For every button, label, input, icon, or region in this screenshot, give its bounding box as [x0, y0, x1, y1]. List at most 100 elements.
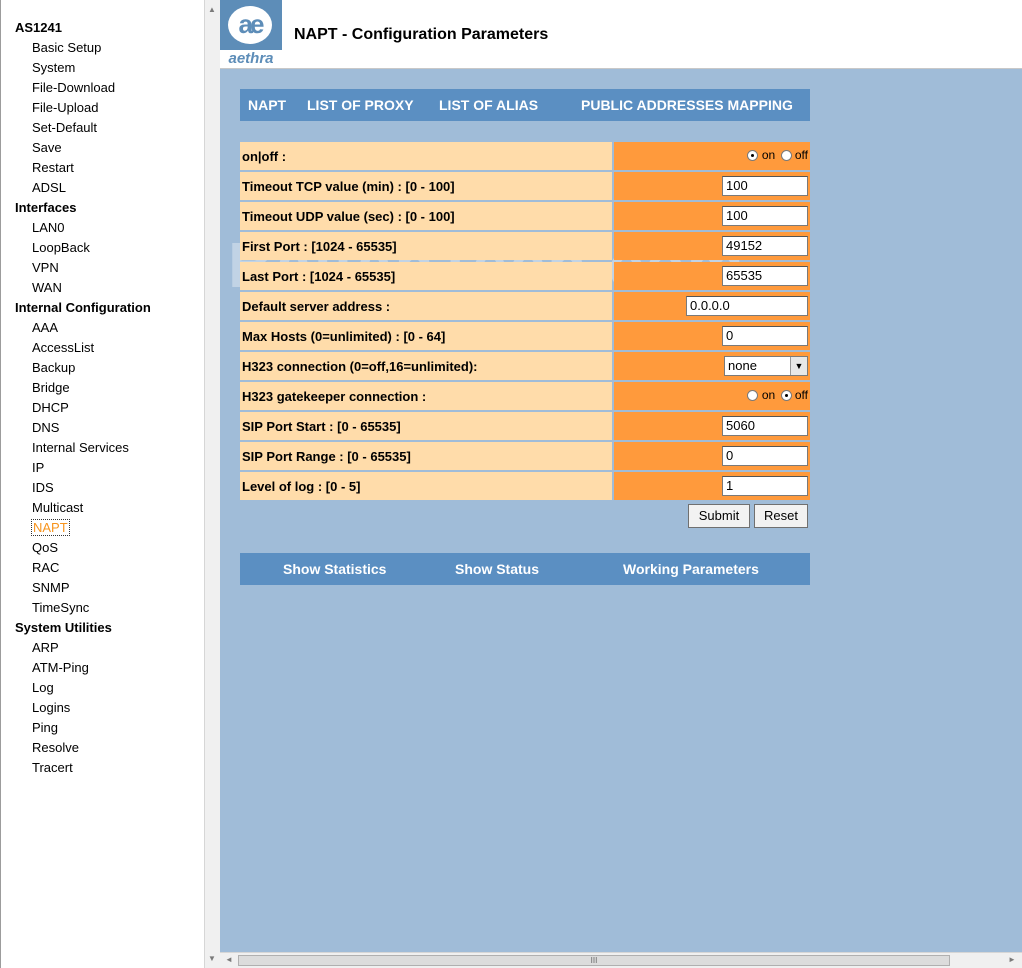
tab-list-of-alias[interactable]: LIST OF ALIAS: [439, 97, 538, 113]
default-server-address-input[interactable]: 0.0.0.0: [686, 296, 808, 316]
max-hosts-0-unlimited-input[interactable]: 0: [722, 326, 808, 346]
radio-off[interactable]: [780, 150, 792, 162]
nav-item-label: DNS: [32, 420, 60, 435]
nav-item-label: Log: [32, 680, 54, 695]
nav-item-label: Basic Setup: [32, 40, 102, 55]
nav-item-set-default[interactable]: Set-Default: [1, 119, 205, 139]
field-value-cell: 0: [614, 322, 810, 350]
radio-on[interactable]: [747, 390, 759, 402]
nav-item-resolve[interactable]: Resolve: [1, 739, 205, 759]
nav-item-label: AAA: [32, 320, 59, 335]
radio-off[interactable]: [780, 390, 792, 402]
nav-item-label: RAC: [32, 560, 60, 575]
form-row: Max Hosts (0=unlimited) : [0 - 64] 0: [240, 322, 810, 350]
nav-item-accesslist[interactable]: AccessList: [1, 339, 205, 359]
nav-item-qos[interactable]: QoS: [1, 539, 205, 559]
field-value-cell: 65535: [614, 262, 810, 290]
reset-button[interactable]: Reset: [754, 504, 808, 528]
nav-item-label: ATM-Ping: [32, 660, 89, 675]
first-port-1024-65535-input[interactable]: 49152: [722, 236, 808, 256]
tab-napt[interactable]: NAPT: [248, 97, 286, 113]
nav-item-logins[interactable]: Logins: [1, 699, 205, 719]
last-port-1024-65535-input[interactable]: 65535: [722, 266, 808, 286]
nav-item-file-upload[interactable]: File-Upload: [1, 99, 205, 119]
nav-item-file-download[interactable]: File-Download: [1, 79, 205, 99]
radio-on[interactable]: [747, 150, 759, 162]
nav-item-ids[interactable]: IDS: [1, 479, 205, 499]
nav-item-label: Tracert: [32, 760, 73, 775]
nav-item-timesync[interactable]: TimeSync: [1, 599, 205, 619]
select-value: none: [728, 358, 757, 373]
scroll-up-arrow-icon[interactable]: ▲: [208, 5, 216, 15]
nav-item-label: QoS: [32, 540, 59, 555]
nav-item-backup[interactable]: Backup: [1, 359, 205, 379]
nav-item-napt[interactable]: NAPT: [1, 519, 205, 539]
nav-item-label: SNMP: [32, 580, 70, 595]
nav-item-wan[interactable]: WAN: [1, 279, 205, 299]
nav-item-label: Logins: [32, 700, 71, 715]
page-title: NAPT - Configuration Parameters: [294, 26, 549, 43]
nav-item-internal-services[interactable]: Internal Services: [1, 439, 205, 459]
timeout-udp-value-sec-input[interactable]: 100: [722, 206, 808, 226]
nav-item-label: Internal Services: [32, 440, 129, 455]
dropdown-arrow-icon[interactable]: ▼: [790, 357, 807, 375]
h323-connection-select[interactable]: none ▼: [724, 356, 808, 376]
nav-item-vpn[interactable]: VPN: [1, 259, 205, 279]
on-off-radio-group: on off: [745, 148, 808, 162]
nav-item-dns[interactable]: DNS: [1, 419, 205, 439]
nav-item-label: Multicast: [32, 500, 84, 515]
nav-item-ip[interactable]: IP: [1, 459, 205, 479]
tab-list-of-proxy[interactable]: LIST OF PROXY: [307, 97, 414, 113]
nav-item-label: File-Upload: [32, 100, 99, 115]
scroll-right-arrow-icon[interactable]: ►: [1008, 955, 1016, 964]
nav-item-arp[interactable]: ARP: [1, 639, 205, 659]
scroll-down-arrow-icon[interactable]: ▼: [208, 954, 216, 964]
bottom-links-bar: Show Statistics Show Status Working Para…: [240, 553, 810, 585]
nav-item-loopback[interactable]: LoopBack: [1, 239, 205, 259]
nav-item-multicast[interactable]: Multicast: [1, 499, 205, 519]
nav-item-aaa[interactable]: AAA: [1, 319, 205, 339]
h323-gatekeeper-connection-radio-group: on off: [745, 388, 808, 402]
submit-button[interactable]: Submit: [688, 504, 750, 528]
scroll-left-arrow-icon[interactable]: ◄: [225, 955, 233, 964]
logo-glyph: ae: [228, 6, 272, 44]
show-status-link[interactable]: Show Status: [455, 561, 539, 577]
nav-group-heading: Interfaces: [15, 200, 77, 215]
logo-wordmark: aethra: [228, 50, 274, 67]
show-statistics-link[interactable]: Show Statistics: [283, 561, 386, 577]
nav-item-system[interactable]: System: [1, 59, 205, 79]
nav-item-label: System: [32, 60, 76, 75]
field-label: Last Port : [1024 - 65535]: [240, 262, 612, 290]
nav-item-label: Set-Default: [32, 120, 98, 135]
timeout-tcp-value-min-input[interactable]: 100: [722, 176, 808, 196]
nav-item-ping[interactable]: Ping: [1, 719, 205, 739]
nav-item-lan0[interactable]: LAN0: [1, 219, 205, 239]
sip-port-start-0-input[interactable]: 5060: [722, 416, 808, 436]
nav-item-label: LAN0: [32, 220, 65, 235]
nav-item-atm-ping[interactable]: ATM-Ping: [1, 659, 205, 679]
nav-item-bridge[interactable]: Bridge: [1, 379, 205, 399]
tab-public-addresses-mapping[interactable]: PUBLIC ADDRESSES MAPPING: [581, 97, 793, 113]
working-parameters-link[interactable]: Working Parameters: [623, 561, 759, 577]
nav-item-snmp[interactable]: SNMP: [1, 579, 205, 599]
nav-item-label: Restart: [32, 160, 74, 175]
sip-port-range-0-input[interactable]: 0: [722, 446, 808, 466]
nav-item-basic-setup[interactable]: Basic Setup: [1, 39, 205, 59]
form-row: Level of log : [0 - 5] 1: [240, 472, 810, 500]
form-row: SIP Port Start : [0 - 65535] 5060: [240, 412, 810, 440]
radio-on-label: on: [761, 388, 776, 402]
nav-item-log[interactable]: Log: [1, 679, 205, 699]
nav-item-restart[interactable]: Restart: [1, 159, 205, 179]
field-label: Timeout TCP value (min) : [0 - 100]: [240, 172, 612, 200]
nav-item-save[interactable]: Save: [1, 139, 205, 159]
nav-item-label: NAPT: [31, 519, 70, 536]
nav-scrollbar[interactable]: ▲ ▼: [204, 0, 220, 968]
nav-item-rac[interactable]: RAC: [1, 559, 205, 579]
nav-item-dhcp[interactable]: DHCP: [1, 399, 205, 419]
horizontal-scrollbar[interactable]: ◄ III ►: [220, 952, 1022, 968]
nav-item-tracert[interactable]: Tracert: [1, 759, 205, 779]
level-of-log-0-input[interactable]: 1: [722, 476, 808, 496]
form-row: H323 connection (0=off,16=unlimited): non…: [240, 352, 810, 380]
nav-item-adsl[interactable]: ADSL: [1, 179, 205, 199]
scrollbar-thumb[interactable]: III: [238, 955, 950, 966]
